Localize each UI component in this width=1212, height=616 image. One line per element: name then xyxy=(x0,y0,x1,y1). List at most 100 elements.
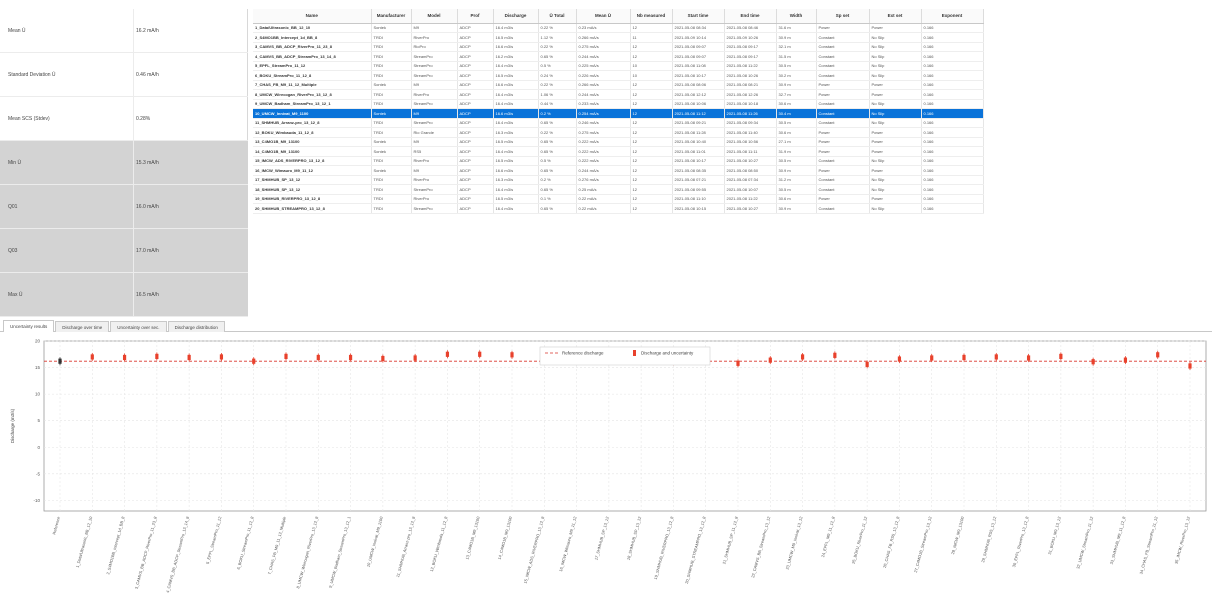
table-cell: 10 xyxy=(630,70,673,81)
discharge-point xyxy=(1059,353,1063,360)
tab-uncertainty-results[interactable]: Uncertainty results xyxy=(3,320,55,332)
table-row[interactable]: 5_EPFL_StreamPro_11_12 TRDI StreamPro ADCP 1… xyxy=(253,61,984,71)
table-cell: Sontek xyxy=(371,80,412,90)
table-cell: 30.5 m xyxy=(776,61,817,71)
table-cell: 0.25 mA/s xyxy=(576,184,631,195)
table-row[interactable]: 11_SHMHUB_Arranz-pro_13_12_8 TRDI StreamPr… xyxy=(253,118,984,128)
column-header[interactable]: End time xyxy=(724,9,777,24)
table-cell: Power xyxy=(869,165,922,176)
column-header[interactable]: Prof xyxy=(457,9,494,24)
discharge-point xyxy=(348,354,353,361)
column-header[interactable]: Discharge xyxy=(493,9,539,24)
table-cell: 2021-05-08 09:07 xyxy=(672,51,725,62)
table-cell: 0.266 mA/s xyxy=(576,32,631,43)
column-header[interactable]: Mean Ū xyxy=(576,9,631,24)
table-row[interactable]: 20_SHMHUB_STREAMPRO_13_12_8 TRDI StreamPro… xyxy=(253,203,984,214)
column-header[interactable]: Manufacturer xyxy=(371,9,412,24)
table-row[interactable]: 17_SHMHUB_SP_13_12 TRDI RiverPro ADCP 16.3 m… xyxy=(253,175,984,185)
table-cell: 2021-05-08 08:34 xyxy=(672,23,725,33)
column-header[interactable]: Sp set xyxy=(816,9,870,24)
table-cell: ADCP xyxy=(457,137,494,147)
discharge-point xyxy=(1156,352,1160,358)
table-cell: 0.166 xyxy=(921,118,984,128)
table-cell: 12_BOKU_Wimbauda_11_12_8 xyxy=(253,127,372,138)
table-cell: TRDI xyxy=(371,118,412,128)
chart-tab-bar[interactable]: Uncertainty results Discharge over time Un… xyxy=(0,320,1212,332)
table-row[interactable]: 9_UMCW_Badham_StreamPro_13_12_1 TRDI Strea… xyxy=(253,99,984,109)
x-tick-label: 20_SHMHUB_STREAMPRO_13_12_8 xyxy=(684,515,707,584)
column-header[interactable]: Name xyxy=(253,9,372,24)
table-cell: 16.4 m3/s xyxy=(493,184,539,195)
table-cell: M9 xyxy=(411,23,458,33)
table-row[interactable]: 10_UMCW_Innivat_M9_1100 Sontek M9 ADCP 16.6 … xyxy=(253,108,984,119)
table-row[interactable]: 18_SHMHUB_SP_13_12 TRDI StreamPro ADCP 16.4 … xyxy=(253,184,984,195)
column-header[interactable]: Width xyxy=(776,9,817,24)
reference-point xyxy=(58,358,62,364)
table-row[interactable]: 13_C4MO1B_M9_13100 Sontek M9 ADCP 16.5 m3/s 0… xyxy=(253,137,984,147)
table-row[interactable]: 15_IMCW_ADS_RIVERPRO_13_12_8 TRDI RiverPro… xyxy=(253,156,984,166)
table-cell: 16.5 m3/s xyxy=(493,70,539,81)
column-header[interactable]: Nb measured xyxy=(630,9,673,24)
table-cell: 10_UMCW_Innivat_M9_1100 xyxy=(253,108,372,119)
table-row[interactable]: 6_BOKU_StreamPro_11_12_8 TRDI StreamPro ADC… xyxy=(253,70,984,81)
table-body[interactable]: 1_Data/Ultrasonic_BB_12_10 Sontek M9 ADCP 16… xyxy=(253,23,984,214)
results-table[interactable]: Name Manufacturer Model Prof Discharge Ū Tota… xyxy=(253,9,984,214)
table-cell: Sontek xyxy=(371,165,412,176)
table-cell: Power xyxy=(869,194,922,204)
table-row[interactable]: 12_BOKU_Wimbauda_11_12_8 TRDI Rio Grande AD… xyxy=(253,127,984,138)
table-row[interactable]: 7_CHAS_FB_M9_11_12_Multiple Sontek M9 ADCP 1… xyxy=(253,80,984,90)
stat-label: Min Ū xyxy=(0,141,133,184)
column-header[interactable]: Exponent xyxy=(921,9,984,24)
table-cell: ADCP xyxy=(457,203,494,214)
table-cell: 2021-05-08 09:21 xyxy=(672,118,725,128)
table-cell: Rio Grande xyxy=(411,127,458,138)
column-header[interactable]: Model xyxy=(411,9,458,24)
table-cell: 0.226 mA/s xyxy=(576,70,631,81)
tab-discharge-over-time[interactable]: Discharge over time xyxy=(55,321,110,332)
column-header[interactable]: Ū Total xyxy=(538,9,577,24)
table-cell: RS5 xyxy=(411,146,458,157)
x-tick-label: 32_UMCW_StreamPro_11_12 xyxy=(1075,515,1094,569)
results-table-container[interactable]: Name Manufacturer Model Prof Discharge Ū Tota… xyxy=(253,9,984,214)
table-row[interactable]: 14_C4MO1B_M9_13100 Sontek RS5 ADCP 16.4 m3/s… xyxy=(253,146,984,157)
stat-row: Mean SCS (Stdev) 0.28% xyxy=(0,97,248,141)
discharge-point xyxy=(736,360,740,366)
table-row[interactable]: 19_SHMHUB_RIVERPRO_13_12_8 TRDI RiverPro AD… xyxy=(253,194,984,204)
column-header[interactable]: Ext set xyxy=(869,9,922,24)
y-tick-label: -5 xyxy=(36,471,40,476)
table-cell: 16.4 m3/s xyxy=(493,99,539,109)
table-cell: M9 xyxy=(411,80,458,90)
table-cell: Power xyxy=(816,127,870,138)
table-row[interactable]: 4_CAMVS_BB_ADCP_StreamPro_13_14_8 TRDI Str… xyxy=(253,51,984,62)
stat-value: 16.5 mA/h xyxy=(133,273,248,316)
table-cell: TRDI xyxy=(371,89,412,100)
table-cell: Constant xyxy=(816,108,870,119)
table-row[interactable]: 1_Data/Ultrasonic_BB_12_10 Sontek M9 ADCP 16… xyxy=(253,23,984,33)
table-row[interactable]: 2_S4MO1BB_Intercept_1d_BB_8 TRDI RiverPro A… xyxy=(253,32,984,43)
table-cell: RiverPro xyxy=(411,175,458,185)
table-row[interactable]: 8_UMCW_Wirecogan_RiverPro_13_12_8 TRDI Riv… xyxy=(253,89,984,100)
table-cell: 2021-05-09 10:26 xyxy=(724,32,777,43)
table-cell: 6_BOKU_StreamPro_11_12_8 xyxy=(253,70,372,81)
table-cell: Power xyxy=(816,165,870,176)
table-cell: Constant xyxy=(816,156,870,166)
table-cell: 0.166 xyxy=(921,184,984,195)
table-cell: TRDI xyxy=(371,156,412,166)
table-cell: M9 xyxy=(411,165,458,176)
table-row[interactable]: 16_IMCW_Wimauro_M9_11_12 Sontek M9 ADCP 16.6… xyxy=(253,165,984,176)
table-cell: ADCP xyxy=(457,175,494,185)
column-header[interactable]: Start time xyxy=(672,9,725,24)
table-row[interactable]: 3_CAMVS_BB_ADCP_RiverPro_11_23_8 TRDI RioP… xyxy=(253,42,984,52)
tab-uncertainty-over-sec[interactable]: Uncertainty over sec. xyxy=(110,321,167,332)
table-cell: 16.6 m3/s xyxy=(493,80,539,90)
x-tick-label: 26_CHAS_FB_RS5_13_12_8 xyxy=(882,515,901,568)
table-cell: 2021-05-08 11:40 xyxy=(724,127,777,138)
tab-discharge-distribution[interactable]: Discharge distribution xyxy=(167,321,225,332)
x-tick-label: 23_UMCW_M9_Innivat_13_12 xyxy=(785,515,804,570)
x-tick-label: 19_SHMHUB_RIVERPRO_13_12_8 xyxy=(653,515,675,580)
table-cell: 14_C4MO1B_M9_13100 xyxy=(253,146,372,157)
table-cell: 0.166 xyxy=(921,80,984,90)
table-cell: 2021-05-08 09:55 xyxy=(672,184,725,195)
table-cell: 0.22 % xyxy=(538,42,577,52)
x-tick-label: 24_EPFL_M9_11_12_8 xyxy=(820,515,836,558)
